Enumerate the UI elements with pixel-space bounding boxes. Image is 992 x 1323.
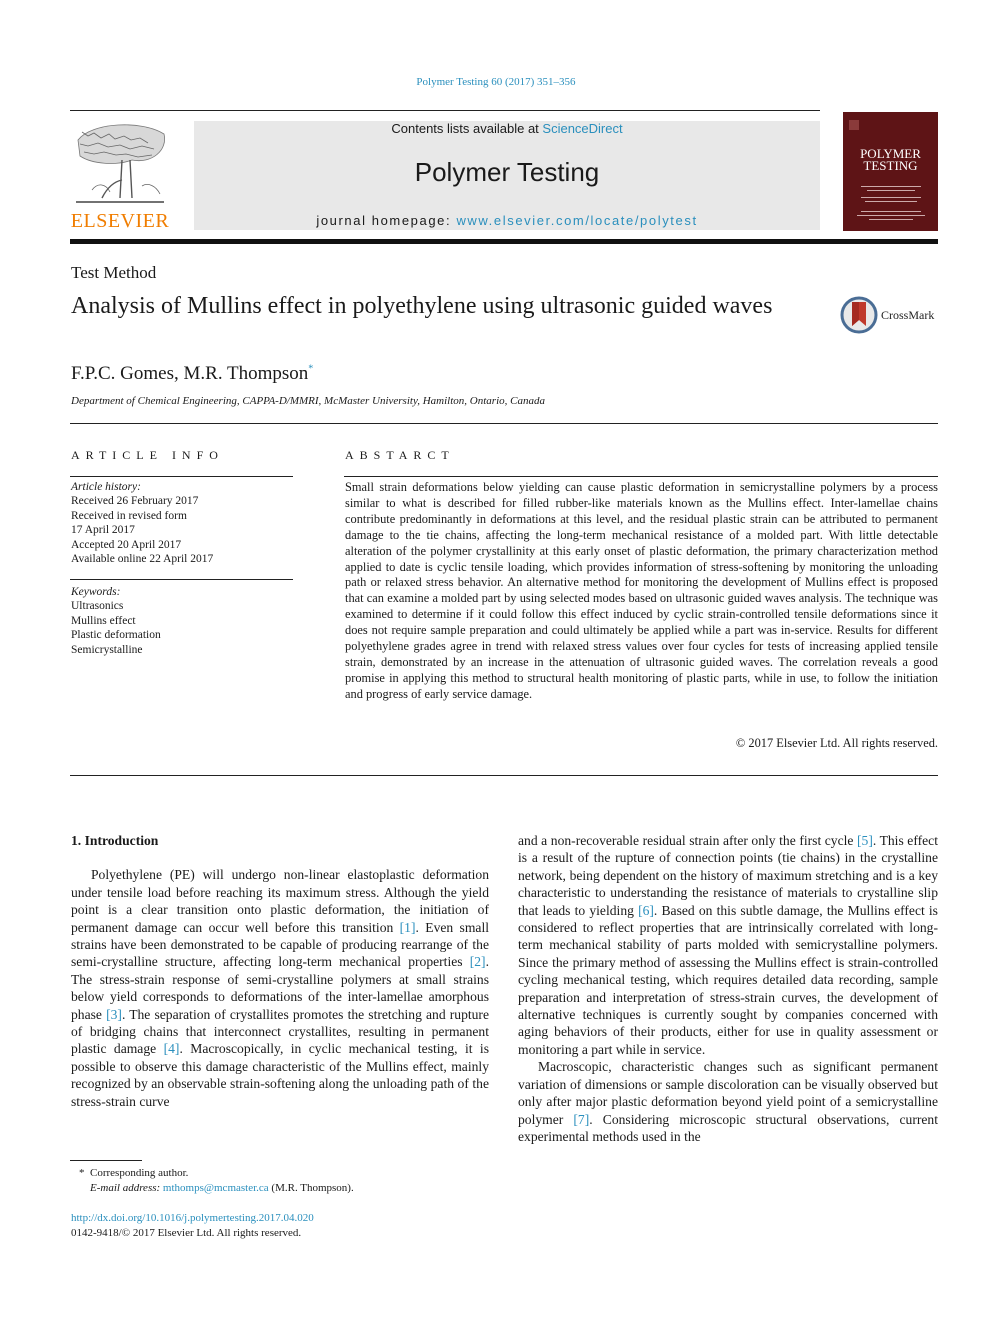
affiliation: Department of Chemical Engineering, CAPP… bbox=[71, 395, 545, 407]
doi-link[interactable]: http://dx.doi.org/10.1016/j.polymertesti… bbox=[71, 1212, 314, 1224]
body-paragraph: Polyethylene (PE) will undergo non-linea… bbox=[71, 866, 489, 1110]
reference-link[interactable]: [5] bbox=[857, 833, 873, 848]
history-item: Accepted 20 April 2017 bbox=[71, 538, 182, 551]
contents-line: Contents lists available at ScienceDirec… bbox=[194, 121, 820, 136]
cover-text-line bbox=[857, 215, 925, 216]
abstract-text: Small strain deformations below yielding… bbox=[345, 480, 938, 701]
cover-text-line bbox=[861, 211, 921, 212]
contents-prefix: Contents lists available at bbox=[391, 121, 543, 136]
history-label: Article history: bbox=[71, 481, 141, 493]
email-link[interactable]: mthomps@mcmaster.ca bbox=[163, 1182, 269, 1194]
doi-block: http://dx.doi.org/10.1016/j.polymertesti… bbox=[71, 1211, 314, 1241]
homepage-link[interactable]: www.elsevier.com/locate/polytest bbox=[456, 213, 697, 228]
email-suffix: (M.R. Thompson). bbox=[268, 1182, 354, 1194]
crossmark-label: CrossMark bbox=[881, 308, 935, 322]
body-paragraph: and a non-recoverable residual strain af… bbox=[518, 832, 938, 1058]
keyword: Semicrystalline bbox=[71, 643, 143, 656]
article-history: Article history: Received 26 February 20… bbox=[71, 480, 213, 566]
abstract-heading: ABSTARCT bbox=[345, 448, 455, 462]
abstract-copyright: © 2017 Elsevier Ltd. All rights reserved… bbox=[735, 736, 938, 750]
cover-text-line bbox=[861, 186, 921, 187]
homepage-prefix: journal homepage: bbox=[316, 213, 457, 228]
email-label: E-mail address: bbox=[90, 1182, 163, 1194]
footnote-email-line: E-mail address: mthomps@mcmaster.ca (M.R… bbox=[71, 1181, 354, 1196]
corresponding-author-mark[interactable]: * bbox=[308, 364, 313, 375]
keyword: Mullins effect bbox=[71, 614, 136, 627]
reference-link[interactable]: [3] bbox=[106, 1007, 122, 1022]
cover-text-line bbox=[861, 197, 921, 198]
authors-text: F.P.C. Gomes, M.R. Thompson bbox=[71, 363, 309, 384]
reference-link[interactable]: [6] bbox=[638, 903, 654, 918]
section-heading: 1. Introduction bbox=[71, 833, 159, 848]
cover-text-line bbox=[865, 201, 917, 202]
body-text: and a non-recoverable residual strain af… bbox=[518, 833, 858, 848]
cover-text-line bbox=[869, 219, 913, 220]
footnote-corresponding: Corresponding author. bbox=[90, 1167, 189, 1179]
elsevier-logo: ELSEVIER bbox=[70, 120, 170, 232]
journal-citation-link[interactable]: Polymer Testing 60 (2017) 351–356 bbox=[0, 76, 992, 88]
body-column-right: and a non-recoverable residual strain af… bbox=[518, 832, 938, 1145]
affiliation-rule bbox=[70, 423, 938, 424]
footnote-mark: * bbox=[79, 1167, 85, 1179]
cover-logo-icon bbox=[849, 120, 859, 130]
body-paragraph: Macroscopic, characteristic changes such… bbox=[518, 1058, 938, 1145]
footnote-line: * Corresponding author. bbox=[71, 1166, 354, 1181]
footnote-rule bbox=[70, 1160, 142, 1161]
journal-masthead: Contents lists available at ScienceDirec… bbox=[194, 121, 820, 230]
crossmark-button[interactable]: CrossMark bbox=[840, 296, 940, 336]
history-item: Received in revised form bbox=[71, 509, 187, 522]
info-rule bbox=[70, 579, 293, 580]
crossmark-icon bbox=[840, 296, 878, 334]
journal-cover-thumbnail[interactable]: POLYMER TESTING bbox=[843, 112, 938, 231]
homepage-line: journal homepage: www.elsevier.com/locat… bbox=[194, 213, 820, 228]
elsevier-wordmark: ELSEVIER bbox=[70, 210, 170, 232]
article-type: Test Method bbox=[71, 263, 157, 282]
corresponding-author-footnote: * Corresponding author. E-mail address: … bbox=[71, 1166, 354, 1196]
body-text: . Based on this subtle damage, the Mulli… bbox=[518, 902, 938, 1057]
abstract-bottom-rule bbox=[70, 775, 938, 776]
article-info-heading: ARTICLE INFO bbox=[71, 448, 224, 462]
history-item: 17 April 2017 bbox=[71, 524, 135, 537]
cover-title: POLYMER TESTING bbox=[843, 147, 938, 173]
cover-title-line2: TESTING bbox=[863, 158, 918, 173]
reference-link[interactable]: [4] bbox=[164, 1041, 180, 1056]
keywords-label: Keywords: bbox=[71, 586, 121, 598]
journal-title: Polymer Testing bbox=[414, 157, 600, 187]
header-thick-rule bbox=[70, 239, 938, 244]
keywords: Keywords: Ultrasonics Mullins effect Pla… bbox=[71, 585, 161, 657]
keyword: Plastic deformation bbox=[71, 629, 161, 642]
keyword: Ultrasonics bbox=[71, 600, 124, 613]
body-column-left: 1. Introduction Polyethylene (PE) will u… bbox=[71, 832, 489, 1110]
article-title: Analysis of Mullins effect in polyethyle… bbox=[71, 293, 773, 319]
sciencedirect-link[interactable]: ScienceDirect bbox=[542, 121, 622, 136]
issn-line: 0142-9418/© 2017 Elsevier Ltd. All right… bbox=[71, 1227, 302, 1239]
abstract-rule bbox=[344, 476, 938, 477]
cover-text-line bbox=[867, 190, 915, 191]
reference-link[interactable]: [2] bbox=[470, 954, 486, 969]
header-rule bbox=[70, 110, 820, 111]
history-item: Available online 22 April 2017 bbox=[71, 553, 214, 566]
author-list: F.P.C. Gomes, M.R. Thompson* bbox=[71, 363, 313, 385]
elsevier-tree-icon bbox=[76, 124, 165, 203]
info-rule bbox=[70, 476, 293, 477]
reference-link[interactable]: [1] bbox=[400, 920, 416, 935]
history-item: Received 26 February 2017 bbox=[71, 495, 199, 508]
reference-link[interactable]: [7] bbox=[573, 1112, 589, 1127]
